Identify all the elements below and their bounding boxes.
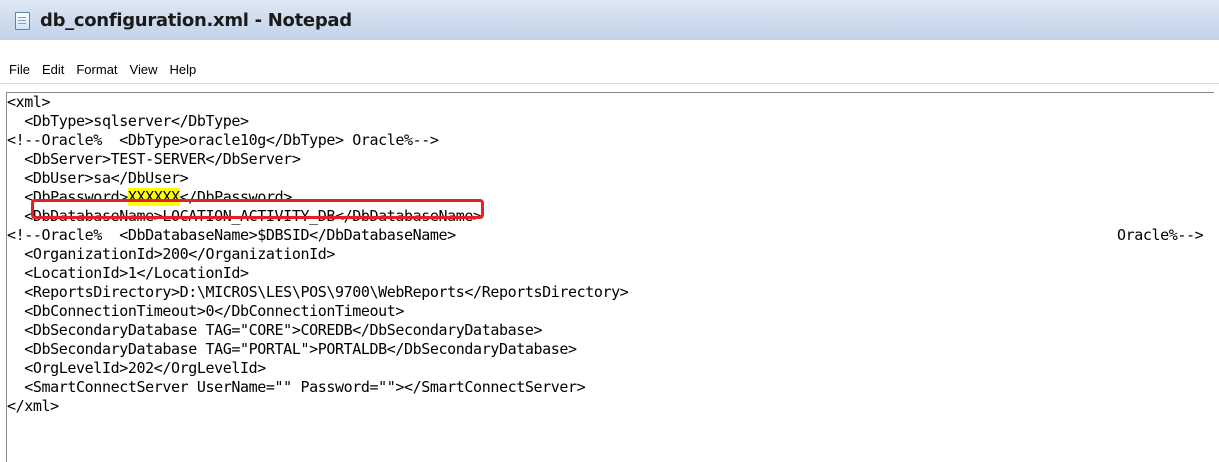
code-line: <DbSecondaryDatabase TAG="PORTAL">PORTAL… xyxy=(7,340,577,358)
menu-format[interactable]: Format xyxy=(70,60,123,80)
text-editor[interactable]: <xml> <DbType>sqlserver</DbType> <!--Ora… xyxy=(6,92,1214,462)
menu-edit[interactable]: Edit xyxy=(36,60,70,80)
code-line: <xml> xyxy=(7,93,51,111)
code-line: </xml> xyxy=(7,397,59,415)
menu-bar: File Edit Format View Help xyxy=(0,57,1219,84)
code-line: <!--Oracle% <DbDatabaseName>$DBSID</DbDa… xyxy=(7,226,456,244)
code-line: <!--Oracle% <DbType>oracle10g</DbType> O… xyxy=(7,131,439,149)
password-close-tag: </DbPassword> xyxy=(179,188,293,206)
menu-view[interactable]: View xyxy=(124,60,164,80)
title-bar[interactable]: db_configuration.xml - Notepad xyxy=(0,0,1219,40)
password-open-tag: <DbPassword> xyxy=(7,188,128,206)
menu-help[interactable]: Help xyxy=(163,60,202,80)
notepad-icon xyxy=(13,11,31,30)
code-line: <LocationId>1</LocationId> xyxy=(7,264,249,282)
code-line: <DbDatabaseName>LOCATION_ACTIVITY_DB</Db… xyxy=(7,207,482,225)
code-line-trailing-comment: Oracle%--> xyxy=(1117,226,1204,244)
code-line: <SmartConnectServer UserName="" Password… xyxy=(7,378,586,396)
notepad-window: db_configuration.xml - Notepad File Edit… xyxy=(0,0,1219,462)
code-line: <DbSecondaryDatabase TAG="CORE">COREDB</… xyxy=(7,321,543,339)
code-line: <DbServer>TEST-SERVER</DbServer> xyxy=(7,150,301,168)
menu-file[interactable]: File xyxy=(0,60,36,80)
code-line: <OrganizationId>200</OrganizationId> xyxy=(7,245,335,263)
code-line-password: <DbPassword>XXXXXX</DbPassword> xyxy=(7,188,292,207)
code-line: <DbUser>sa</DbUser> xyxy=(7,169,189,187)
code-line: <DbType>sqlserver</DbType> xyxy=(7,112,249,130)
password-value: XXXXXX xyxy=(127,188,180,206)
code-line: <ReportsDirectory>D:\MICROS\LES\POS\9700… xyxy=(7,283,629,301)
code-line: <OrgLevelId>202</OrgLevelId> xyxy=(7,359,266,377)
window-title: db_configuration.xml - Notepad xyxy=(40,9,352,31)
code-line: <DbConnectionTimeout>0</DbConnectionTime… xyxy=(7,302,405,320)
